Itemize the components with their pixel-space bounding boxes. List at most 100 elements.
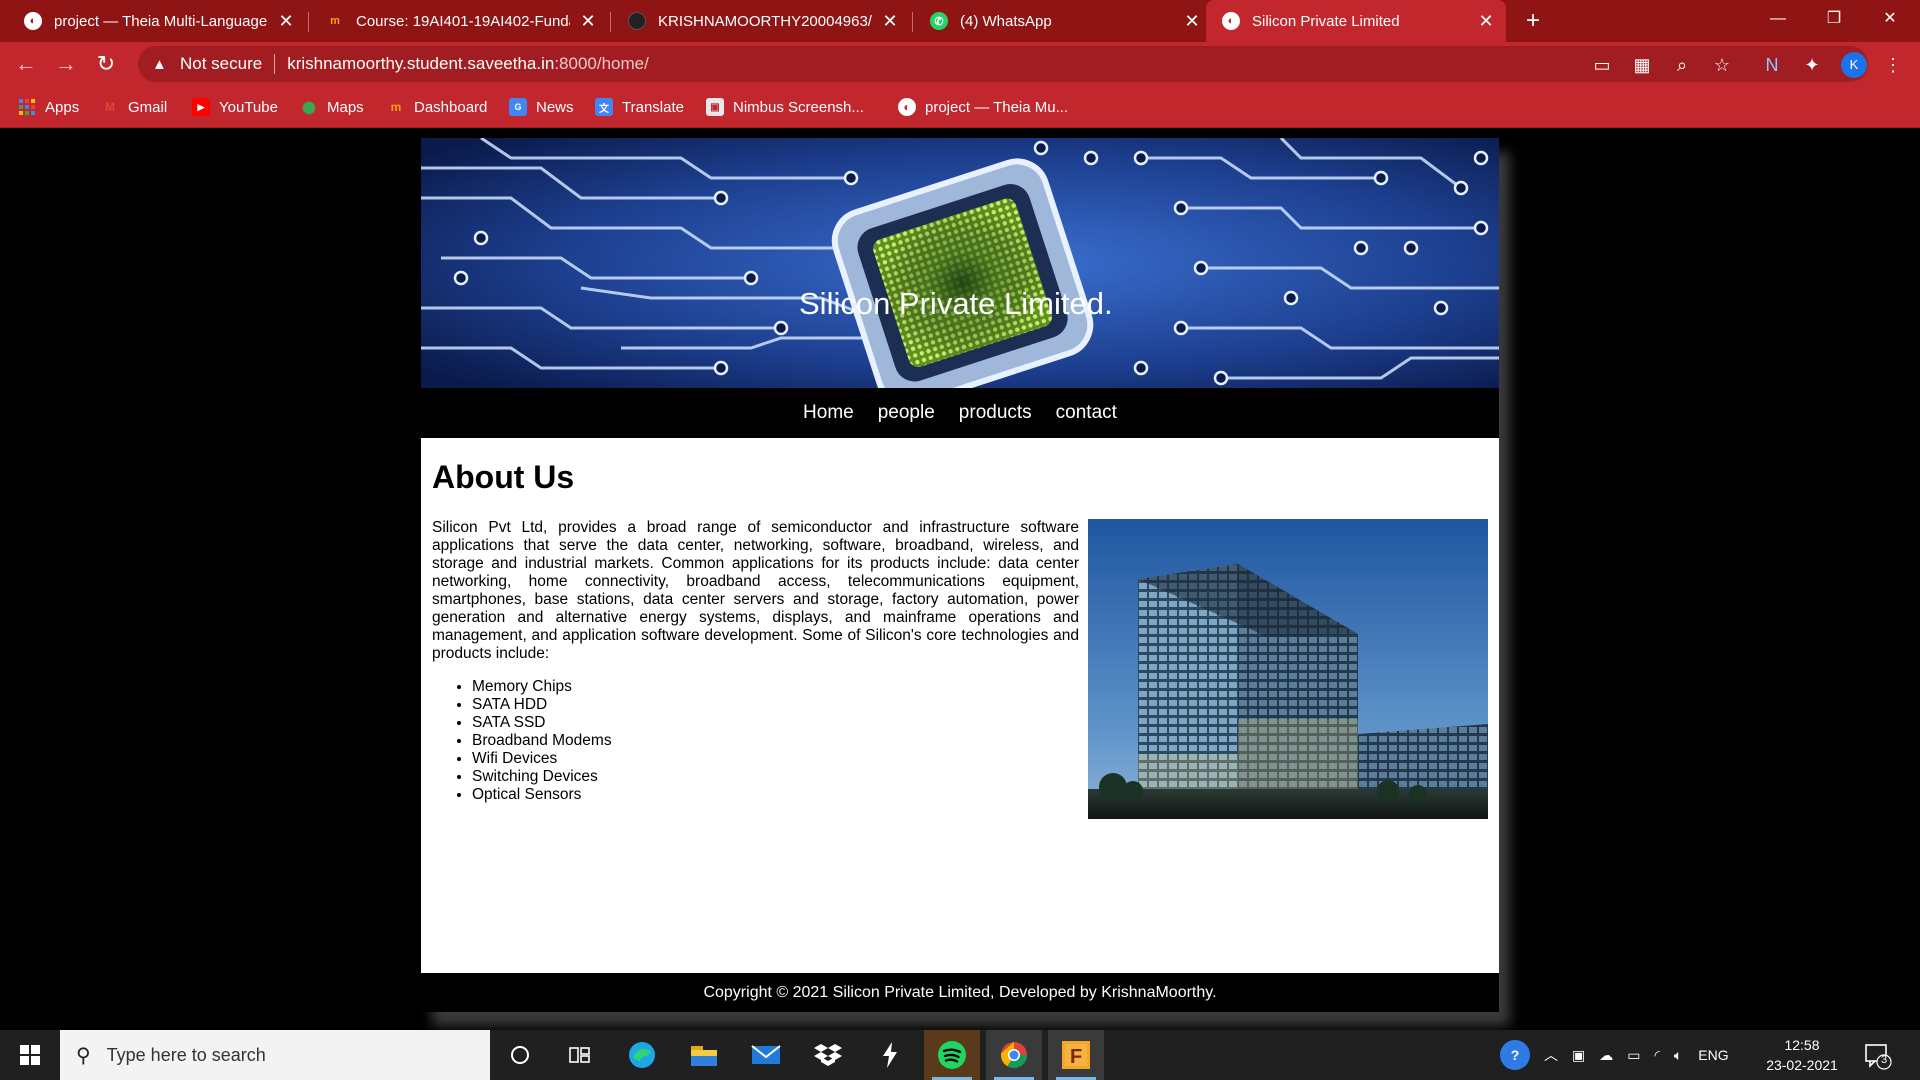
forward-button[interactable]: → xyxy=(52,50,80,78)
qr-code-icon[interactable]: ▦ xyxy=(1629,52,1655,78)
url-host: krishnamoorthy.student.saveetha.in xyxy=(287,54,555,73)
tab-silicon[interactable]: ◐ Silicon Private Limited ✕ xyxy=(1206,0,1506,42)
nimbus-icon: ▣ xyxy=(706,98,724,116)
chevron-up-icon[interactable]: ︿ xyxy=(1544,1045,1558,1065)
bookmark-label: YouTube xyxy=(219,98,278,116)
bookmark-youtube[interactable]: ▶ YouTube xyxy=(192,86,278,128)
bookmark-nimbus[interactable]: ▣ Nimbus Screensh... xyxy=(706,86,864,128)
taskbar-bolt-app[interactable] xyxy=(862,1030,918,1080)
tab-separator xyxy=(912,12,913,32)
close-icon[interactable]: ✕ xyxy=(1476,11,1496,31)
mail-icon xyxy=(751,1045,781,1064)
taskbar-chrome[interactable] xyxy=(986,1030,1042,1080)
footer: Copyright © 2021 Silicon Private Limited… xyxy=(421,973,1499,1012)
menu-icon[interactable]: ⋮ xyxy=(1880,52,1906,78)
taskbar-flutter-app[interactable]: F xyxy=(1048,1030,1104,1080)
back-button[interactable]: ← xyxy=(12,50,40,78)
theia-icon: ◐ xyxy=(898,98,916,116)
task-view-icon xyxy=(569,1047,590,1063)
bookmark-dashboard[interactable]: m Dashboard xyxy=(387,86,488,128)
restore-button[interactable]: ❐ xyxy=(1806,0,1862,38)
main-content: About Us Silicon Pvt Ltd, provides a bro… xyxy=(421,438,1499,973)
language-indicator[interactable]: ENG xyxy=(1698,1047,1728,1063)
close-icon[interactable]: ✕ xyxy=(880,11,900,31)
volume-icon[interactable]: 🔈︎ xyxy=(1674,1047,1682,1064)
bookmark-label: Apps xyxy=(45,98,80,116)
site-container: Silicon Private Limited. Home people pro… xyxy=(421,138,1499,1012)
product-list: Memory Chips SATA HDD SATA SSD Broadband… xyxy=(472,678,612,804)
bookmark-translate[interactable]: 文 Translate xyxy=(595,86,684,128)
nimbus-extension-icon[interactable]: N xyxy=(1759,52,1785,78)
building-image xyxy=(1088,519,1488,819)
nav-contact[interactable]: contact xyxy=(1056,402,1117,424)
new-tab-button[interactable]: + xyxy=(1520,8,1546,34)
taskbar-spotify[interactable] xyxy=(924,1030,980,1080)
news-icon: G xyxy=(509,98,527,116)
nav-products[interactable]: products xyxy=(959,402,1032,424)
bookmark-news[interactable]: G News xyxy=(509,86,574,128)
time: 12:58 xyxy=(1784,1037,1820,1053)
tab-separator xyxy=(610,12,611,32)
tab-separator xyxy=(308,12,309,32)
list-item: Wifi Devices xyxy=(472,750,612,768)
github-icon xyxy=(628,12,646,30)
taskbar-search[interactable]: ⚲ Type here to search xyxy=(60,1030,490,1080)
cortana-icon xyxy=(511,1046,529,1064)
list-item: SATA SSD xyxy=(472,714,612,732)
close-window-button[interactable]: ✕ xyxy=(1862,0,1918,38)
close-icon[interactable]: ✕ xyxy=(1182,11,1202,31)
globe-icon: ◐ xyxy=(1222,12,1240,30)
list-item: Optical Sensors xyxy=(472,786,612,804)
bookmark-label: News xyxy=(536,98,574,116)
profile-avatar[interactable]: K xyxy=(1841,52,1867,78)
apps-grid-icon xyxy=(18,98,36,116)
bookmark-gmail[interactable]: M Gmail xyxy=(101,86,167,128)
browser-tab-strip: ◐ project — Theia Multi-Language ✕ m Cou… xyxy=(0,0,1920,42)
cast-icon[interactable]: ▭ xyxy=(1589,52,1615,78)
reload-button[interactable]: ↻ xyxy=(92,50,120,78)
tab-theia[interactable]: ◐ project — Theia Multi-Language ✕ xyxy=(8,0,306,42)
bookmark-star-icon[interactable]: ☆ xyxy=(1709,52,1735,78)
nav-people[interactable]: people xyxy=(878,402,935,424)
list-item: SATA HDD xyxy=(472,696,612,714)
tab-title: (4) WhatsApp xyxy=(960,12,1052,30)
bookmark-theia[interactable]: ◐ project — Theia Mu... xyxy=(898,86,1068,128)
meet-now-icon[interactable]: ▣ xyxy=(1572,1047,1585,1064)
windows-logo-icon xyxy=(20,1045,40,1065)
chrome-icon xyxy=(1000,1042,1028,1069)
taskbar-dropbox[interactable] xyxy=(800,1030,856,1080)
close-icon[interactable]: ✕ xyxy=(276,11,296,31)
minimize-button[interactable]: — xyxy=(1750,0,1806,38)
tab-github[interactable]: KRISHNAMOORTHY20004963/co ✕ xyxy=(612,0,910,42)
moodle-icon: m xyxy=(390,100,402,114)
notification-center-button[interactable]: 3 xyxy=(1862,1040,1892,1070)
list-item: Memory Chips xyxy=(472,678,612,696)
extensions-icon[interactable]: ✦ xyxy=(1799,52,1825,78)
cortana-button[interactable] xyxy=(492,1030,548,1080)
omnibox-divider xyxy=(274,54,276,74)
tab-title: Course: 19AI401-19AI402-Fundamentals xyxy=(356,12,570,30)
bookmark-maps[interactable]: ⬤ Maps xyxy=(300,86,364,128)
battery-icon[interactable]: ▭ xyxy=(1627,1047,1640,1064)
onedrive-icon[interactable]: ☁ xyxy=(1599,1047,1613,1064)
spotify-icon xyxy=(938,1041,966,1069)
start-button[interactable] xyxy=(0,1030,60,1080)
banner-title: Silicon Private Limited. xyxy=(799,286,1113,321)
taskbar-mail[interactable] xyxy=(738,1030,794,1080)
taskbar-edge[interactable] xyxy=(614,1030,670,1080)
wifi-icon[interactable]: ◜ xyxy=(1654,1047,1659,1064)
tab-whatsapp[interactable]: ✆ (4) WhatsApp ✕ xyxy=(914,0,1212,42)
bookmark-apps[interactable]: Apps xyxy=(18,86,79,128)
close-icon[interactable]: ✕ xyxy=(578,11,598,31)
zoom-icon[interactable]: ⌕ xyxy=(1669,52,1695,78)
url-path: :8000/home/ xyxy=(554,54,649,73)
security-label: Not secure xyxy=(180,54,263,73)
nav-home[interactable]: Home xyxy=(803,402,854,424)
taskbar-file-explorer[interactable] xyxy=(676,1030,732,1080)
clock[interactable]: 12:58 23-02-2021 xyxy=(1760,1035,1844,1075)
help-icon[interactable]: ? xyxy=(1500,1040,1530,1070)
tab-course[interactable]: m Course: 19AI401-19AI402-Fundamentals ✕ xyxy=(310,0,608,42)
task-view-button[interactable] xyxy=(552,1030,608,1080)
lightning-icon xyxy=(883,1042,897,1068)
bookmark-label: Maps xyxy=(327,98,364,116)
